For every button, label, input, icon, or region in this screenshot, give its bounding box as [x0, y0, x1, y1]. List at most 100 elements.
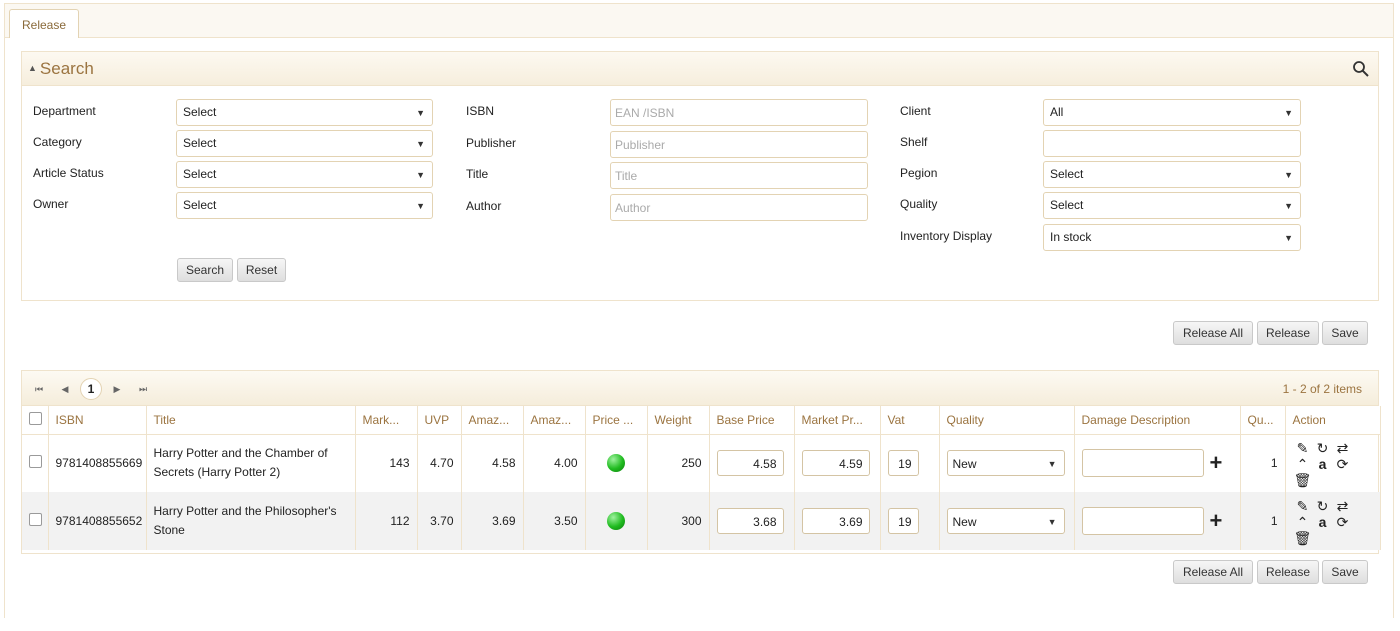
col-amazon-1[interactable]: Amaz... — [461, 406, 524, 435]
row-checkbox[interactable] — [29, 455, 42, 469]
chevron-down-icon: ▼ — [1047, 459, 1057, 470]
col-isbn[interactable]: ISBN — [48, 406, 147, 435]
prev-page-icon[interactable]: ◀ — [54, 378, 76, 400]
last-page-icon[interactable]: ⏭ — [132, 378, 154, 400]
article-status-value: Select — [183, 167, 217, 181]
tab-release[interactable]: Release — [9, 9, 79, 39]
search-icon[interactable] — [1352, 60, 1370, 78]
quantity-cell: 1 — [1240, 492, 1286, 550]
row-checkbox[interactable] — [29, 513, 42, 526]
swap-icon[interactable]: ⇄ — [1333, 440, 1353, 456]
col-title[interactable]: Title — [146, 406, 356, 435]
search-button[interactable]: Search — [177, 258, 233, 282]
edit-icon[interactable]: ✎ — [1293, 440, 1313, 456]
author-input[interactable]: Author — [610, 194, 868, 221]
market-price-input[interactable]: 3.69 — [801, 508, 870, 534]
inventory-display-select[interactable]: In stock ▼ — [1043, 224, 1301, 251]
quality-dropdown[interactable]: New ▼ — [946, 508, 1065, 534]
damage-description-input[interactable] — [1081, 449, 1204, 478]
quality-select[interactable]: Select ▼ — [1043, 192, 1301, 219]
refresh-icon[interactable]: ↻ — [1313, 498, 1333, 514]
quality-dropdown[interactable]: New ▼ — [946, 450, 1065, 477]
select-all-checkbox-cell[interactable] — [22, 406, 49, 435]
market-price-cell: 3.69 — [794, 492, 881, 550]
vat-input[interactable]: 19 — [887, 508, 919, 534]
client-select[interactable]: All ▼ — [1043, 99, 1301, 126]
shelf-input[interactable] — [1043, 130, 1301, 157]
search-title[interactable]: ▲ Search — [28, 59, 94, 79]
add-icon[interactable]: + — [1210, 450, 1223, 476]
save-button[interactable]: Save — [1322, 321, 1368, 345]
release-all-button[interactable]: Release All — [1173, 321, 1253, 345]
isbn-cell: 9781408855669 — [48, 434, 147, 492]
vat-input[interactable]: 19 — [887, 450, 919, 477]
col-market-price[interactable]: Market Pr... — [794, 406, 881, 435]
release-grid: ⏮ ◀ 1 ▶ ⏭ 1 - 2 of 2 items ISBN Title Ma… — [21, 370, 1381, 554]
col-base-price[interactable]: Base Price — [709, 406, 795, 435]
chevron-down-icon: ▼ — [416, 108, 425, 118]
market-price-cell: 4.59 — [794, 434, 881, 492]
col-weight[interactable]: Weight — [647, 406, 710, 435]
col-quality[interactable]: Quality — [939, 406, 1075, 435]
add-icon[interactable]: + — [1210, 508, 1223, 534]
release-table: ISBN Title Mark... UVP Amaz... Amaz... P… — [22, 406, 1381, 550]
select-all-checkbox[interactable] — [29, 411, 42, 425]
damage-description-input[interactable] — [1081, 507, 1204, 535]
base-price-cell: 4.58 — [709, 434, 795, 492]
current-page[interactable]: 1 — [80, 378, 102, 400]
owner-select[interactable]: Select ▼ — [176, 192, 433, 219]
search-header[interactable]: ▲ Search — [22, 52, 1378, 86]
amazon-icon[interactable]: a — [1313, 514, 1333, 530]
delete-icon[interactable]: 🗑 — [1293, 530, 1313, 546]
edit-icon[interactable]: ✎ — [1293, 498, 1313, 514]
up-icon[interactable]: ⌃ — [1293, 456, 1313, 472]
base-price-input[interactable]: 3.68 — [716, 508, 784, 534]
up-icon[interactable]: ⌃ — [1293, 514, 1313, 530]
col-market[interactable]: Mark... — [355, 406, 418, 435]
row-checkbox-cell[interactable] — [22, 492, 49, 550]
publisher-input[interactable]: Publisher — [610, 131, 868, 158]
next-page-icon[interactable]: ▶ — [106, 378, 128, 400]
category-select[interactable]: Select ▼ — [176, 130, 433, 157]
amazon-2-cell: 3.50 — [523, 492, 586, 550]
sync-icon[interactable]: ⟳ — [1333, 514, 1353, 530]
first-page-icon[interactable]: ⏮ — [28, 378, 50, 400]
col-amazon-2[interactable]: Amaz... — [523, 406, 586, 435]
chevron-down-icon: ▼ — [1047, 517, 1057, 527]
market-price-input[interactable]: 4.59 — [801, 450, 870, 477]
isbn-input[interactable]: EAN /ISBN — [610, 99, 868, 126]
sync-icon[interactable]: ⟳ — [1333, 456, 1353, 472]
title-input[interactable]: Title — [610, 162, 868, 189]
save-button-bottom[interactable]: Save — [1322, 560, 1368, 584]
isbn-cell: 9781408855652 — [48, 492, 147, 550]
region-select[interactable]: Select ▼ — [1043, 161, 1301, 188]
article-status-label: Article Status — [33, 166, 104, 180]
col-vat[interactable]: Vat — [880, 406, 940, 435]
release-button-bottom[interactable]: Release — [1257, 560, 1319, 584]
uvp-cell: 4.70 — [417, 434, 462, 492]
title-cell: Harry Potter and the Chamber of Secrets … — [146, 434, 356, 492]
quality-dropdown-value: New — [952, 457, 977, 472]
action-cell: ✎ ↻ ⇄ ⌃ a ⟳ 🗑 — [1285, 492, 1381, 550]
category-label: Category — [33, 135, 82, 149]
reset-button[interactable]: Reset — [237, 258, 286, 282]
release-button[interactable]: Release — [1257, 321, 1319, 345]
col-uvp[interactable]: UVP — [417, 406, 462, 435]
col-quantity[interactable]: Qu... — [1240, 406, 1286, 435]
delete-icon[interactable]: 🗑 — [1293, 472, 1313, 488]
col-damage-description[interactable]: Damage Description — [1074, 406, 1241, 435]
col-price-status[interactable]: Price ... — [585, 406, 648, 435]
table-row: 9781408855669 Harry Potter and the Chamb… — [22, 434, 1381, 492]
base-price-input[interactable]: 4.58 — [716, 450, 784, 477]
row-checkbox-cell[interactable] — [22, 434, 49, 492]
tab-bar: Release — [5, 4, 1393, 39]
article-status-select[interactable]: Select ▼ — [176, 161, 433, 188]
department-select[interactable]: Select ▼ — [176, 99, 433, 126]
region-value: Select — [1050, 167, 1084, 181]
swap-icon[interactable]: ⇄ — [1333, 498, 1353, 514]
refresh-icon[interactable]: ↻ — [1313, 440, 1333, 456]
amazon-icon[interactable]: a — [1313, 456, 1333, 472]
collapse-triangle-icon[interactable]: ▲ — [28, 63, 37, 73]
col-action[interactable]: Action — [1285, 406, 1381, 435]
release-all-button-bottom[interactable]: Release All — [1173, 560, 1253, 584]
